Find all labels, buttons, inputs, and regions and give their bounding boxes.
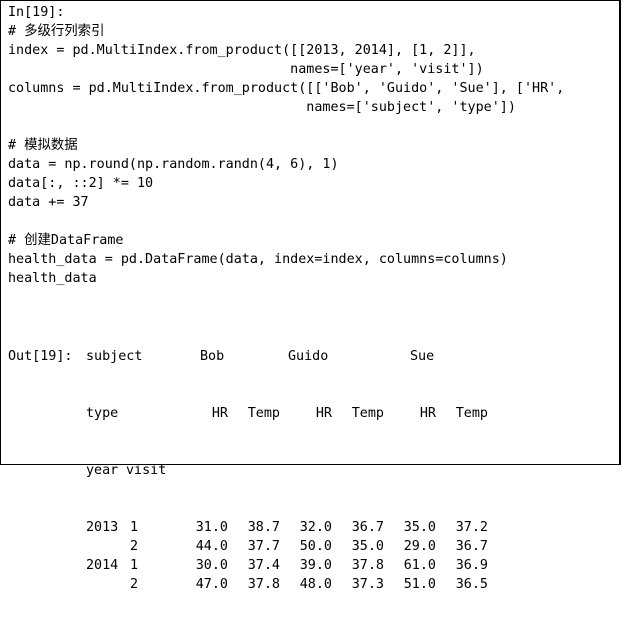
table-cell: 37.4 (247, 558, 280, 573)
code-line: index = pd.MultiIndex.from_product([[201… (8, 43, 476, 58)
table-cell: 30.0 (195, 558, 228, 573)
notebook-cell[interactable]: In[19]: # 多级行列索引 index = pd.MultiIndex.fro… (0, 0, 621, 592)
type-bob-temp: Temp (247, 406, 280, 421)
table-cell: 36.7 (455, 539, 488, 554)
subject-bob: Bob (200, 349, 225, 364)
code-line: names=['year', 'visit']) (8, 62, 484, 77)
table-cell: 35.0 (403, 520, 436, 535)
table-cell: 38.7 (247, 520, 280, 535)
code-line: data[:, ::2] *= 10 (8, 176, 154, 191)
table-cell: 35.0 (351, 539, 384, 554)
row-visit: 2 (130, 539, 139, 554)
table-cell: 48.0 (299, 577, 332, 592)
table-cell: 37.2 (455, 520, 488, 535)
code-line: columns = pd.MultiIndex.from_product([['… (8, 81, 565, 96)
table-cell: 37.8 (247, 577, 280, 592)
code-input[interactable]: In[19]: # 多级行列索引 index = pd.MultiIndex.fro… (8, 3, 564, 288)
table-row: 2 44.0 37.7 50.0 35.0 29.0 36.7 (8, 537, 488, 556)
table-cell: 36.7 (351, 520, 384, 535)
table-cell: 37.3 (351, 577, 384, 592)
out-prompt: Out[19]: (8, 349, 73, 364)
table-cell: 51.0 (403, 577, 436, 592)
code-line: health_data (8, 271, 97, 286)
header-row-type: type HR Temp HR Temp HR Temp (8, 404, 488, 423)
row-year: 2014 (86, 558, 119, 573)
code-line: health_data = pd.DataFrame(data, index=i… (8, 252, 508, 267)
table-cell: 39.0 (299, 558, 332, 573)
table-row: 2014 1 30.0 37.4 39.0 37.8 61.0 36.9 (8, 556, 488, 575)
header-row-subject: Out[19]: subject Bob Guido Sue (8, 347, 434, 366)
index-name-visit: visit (126, 463, 167, 478)
table-row: 2 47.0 37.8 48.0 37.3 51.0 36.5 (8, 575, 488, 594)
header-row-index-names: year visit (8, 461, 166, 480)
table-cell: 44.0 (195, 539, 228, 554)
row-visit: 1 (130, 558, 139, 573)
table-cell: 37.7 (247, 539, 280, 554)
row-visit: 1 (130, 520, 139, 535)
table-cell: 47.0 (195, 577, 228, 592)
code-line: # 创建DataFrame (8, 233, 124, 248)
type-bob-hr: HR (211, 406, 228, 421)
code-line: # 模拟数据 (8, 138, 78, 153)
code-line: # 多级行列索引 (8, 24, 105, 39)
table-cell: 36.9 (455, 558, 488, 573)
type-sue-hr: HR (419, 406, 436, 421)
table-cell: 50.0 (299, 539, 332, 554)
output-area: Out[19]: subject Bob Guido Sue type HR T… (8, 309, 488, 632)
level1-name: type (86, 406, 119, 421)
type-sue-temp: Temp (455, 406, 488, 421)
code-line: data = np.round(np.random.randn(4, 6), 1… (8, 157, 339, 172)
code-line: data += 37 (8, 195, 89, 210)
table-cell: 31.0 (195, 520, 228, 535)
type-guido-temp: Temp (351, 406, 384, 421)
level0-name: subject (86, 349, 143, 364)
index-name-year: year (86, 463, 119, 478)
code-line: names=['subject', 'type']) (8, 100, 516, 115)
row-visit: 2 (130, 577, 139, 592)
row-year: 2013 (86, 520, 119, 535)
in-prompt: In[19]: (8, 5, 65, 20)
table-cell: 36.5 (455, 577, 488, 592)
subject-sue: Sue (410, 349, 435, 364)
table-cell: 32.0 (299, 520, 332, 535)
table-row: 2013 1 31.0 38.7 32.0 36.7 35.0 37.2 (8, 518, 488, 537)
type-guido-hr: HR (315, 406, 332, 421)
table-cell: 37.8 (351, 558, 384, 573)
subject-guido: Guido (288, 349, 329, 364)
table-cell: 61.0 (403, 558, 436, 573)
table-cell: 29.0 (403, 539, 436, 554)
